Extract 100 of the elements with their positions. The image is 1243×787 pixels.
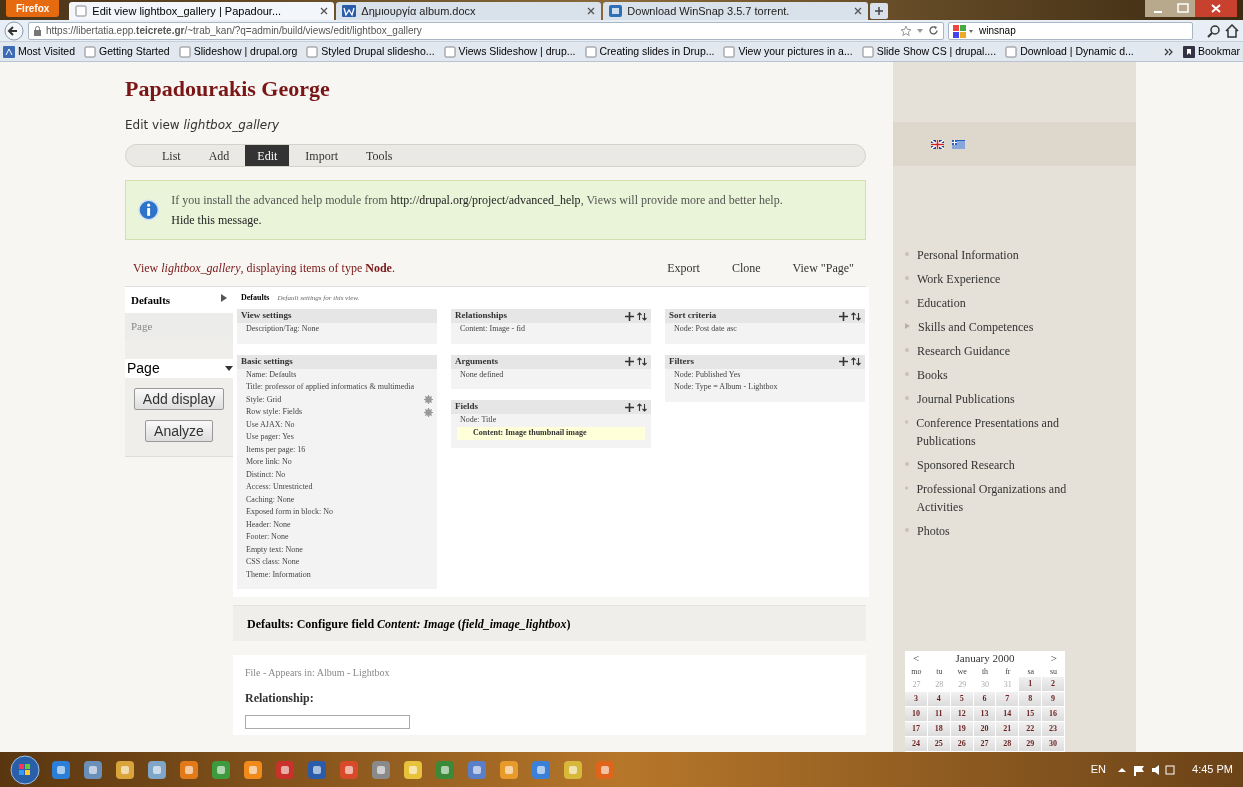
setting-item[interactable]: Caching: None bbox=[237, 493, 437, 506]
action-button[interactable]: Analyze bbox=[145, 420, 213, 442]
language-indicator[interactable]: EN bbox=[1090, 761, 1107, 778]
close-icon[interactable] bbox=[1195, 0, 1237, 17]
calendar-day[interactable]: 9 bbox=[1042, 692, 1065, 707]
setting-item[interactable]: CSS class: None bbox=[237, 556, 437, 569]
setting-item[interactable]: Node: Post date asc bbox=[665, 323, 865, 336]
new-tab-icon[interactable] bbox=[870, 3, 889, 19]
calendar-day[interactable]: 13 bbox=[973, 707, 997, 722]
chevron-icon[interactable] bbox=[1164, 47, 1174, 56]
app-icon[interactable] bbox=[82, 758, 104, 781]
tab[interactable]: List bbox=[150, 145, 193, 166]
bookmark-link[interactable]: View your pictures in a... bbox=[723, 43, 853, 60]
setting-item[interactable]: Node: Type = Album - Lightbox bbox=[665, 381, 865, 394]
address-bar[interactable]: https://libertatia.epp.teicrete.gr/~trab_kan/?q=admin/build/views/edit/lightbox_gallery bbox=[28, 21, 944, 40]
calendar-day[interactable]: 16 bbox=[1042, 707, 1065, 722]
menu-link[interactable]: Journal Publications bbox=[917, 390, 1015, 408]
tab[interactable]: Edit bbox=[245, 145, 290, 166]
menu-link[interactable]: Conference Presentations and Publications bbox=[916, 414, 1086, 450]
menu-link[interactable]: Research Guidance bbox=[917, 342, 1010, 360]
app-icon[interactable] bbox=[146, 758, 168, 781]
calendar-day[interactable]: 4 bbox=[927, 692, 951, 707]
tab[interactable]: Import bbox=[293, 145, 350, 166]
calendar-day[interactable]: 19 bbox=[950, 722, 974, 737]
browser-tab[interactable]: Edit view lightbox_gallery | Papadour... bbox=[69, 2, 335, 20]
add-icon[interactable] bbox=[625, 311, 634, 321]
search-field[interactable]: winsnap bbox=[948, 21, 1193, 40]
app-icon[interactable] bbox=[114, 758, 136, 781]
calendar-day[interactable]: 24 bbox=[905, 737, 928, 752]
setting-item[interactable]: Footer: None bbox=[237, 531, 437, 544]
app-icon[interactable] bbox=[562, 758, 584, 781]
calendar-day[interactable]: 11 bbox=[927, 707, 951, 722]
setting-item[interactable]: Node: Title bbox=[451, 414, 651, 427]
calendar-day[interactable]: 28 bbox=[996, 737, 1020, 752]
calendar-day[interactable]: 22 bbox=[1019, 722, 1043, 737]
calendar-day[interactable]: 18 bbox=[927, 722, 951, 737]
menu-link[interactable]: Work Experience bbox=[917, 270, 1001, 288]
calendar-day[interactable]: 12 bbox=[950, 707, 974, 722]
setting-item[interactable]: Access: Unrestricted bbox=[237, 481, 437, 494]
hide-message-link[interactable]: Hide this message. bbox=[171, 213, 262, 227]
rearrange-icon[interactable] bbox=[637, 402, 647, 412]
calendar-day[interactable]: 14 bbox=[996, 707, 1020, 722]
site-title[interactable]: Papadourakis George bbox=[125, 76, 866, 102]
gear-icon[interactable] bbox=[424, 407, 433, 417]
calendar-day[interactable]: 3 bbox=[905, 692, 928, 707]
setting-item[interactable]: Node: Published Yes bbox=[665, 368, 865, 381]
gear-icon[interactable] bbox=[424, 395, 433, 405]
calendar-day[interactable]: 8 bbox=[1019, 692, 1043, 707]
view-action-link[interactable]: View "Page" bbox=[792, 259, 854, 277]
app-icon[interactable] bbox=[306, 758, 328, 781]
browser-tab[interactable]: Δημιουργία album.docx bbox=[336, 2, 602, 20]
menu-link[interactable]: Photos bbox=[917, 522, 950, 540]
display-tab[interactable]: Defaults bbox=[125, 287, 233, 313]
rearrange-icon[interactable] bbox=[851, 357, 861, 366]
calendar-day[interactable]: 5 bbox=[950, 692, 974, 707]
start-icon[interactable] bbox=[10, 754, 40, 785]
app-icon[interactable] bbox=[210, 758, 232, 781]
browser-tab[interactable]: Download WinSnap 3.5.7 torrent. bbox=[603, 2, 869, 20]
calendar-day[interactable]: 27 bbox=[973, 737, 997, 752]
setting-item[interactable]: Description/Tag: None bbox=[237, 323, 437, 336]
view-action-link[interactable]: Clone bbox=[731, 259, 761, 277]
setting-item[interactable]: Use pager: Yes bbox=[237, 431, 437, 444]
home-icon[interactable] bbox=[1225, 23, 1239, 38]
menu-link[interactable]: Education bbox=[917, 294, 966, 312]
add-icon[interactable] bbox=[839, 357, 848, 366]
setting-item[interactable]: Use AJAX: No bbox=[237, 418, 437, 431]
setting-item[interactable]: Header: None bbox=[237, 518, 437, 531]
uk-flag-icon[interactable] bbox=[931, 139, 944, 149]
calendar-day[interactable]: 15 bbox=[1019, 707, 1043, 722]
setting-item[interactable]: Theme: Information bbox=[237, 568, 437, 581]
close-icon[interactable] bbox=[320, 7, 329, 15]
bookmark-link[interactable]: Getting Started bbox=[84, 43, 170, 60]
bookmark-link[interactable]: Styled Drupal slidesho... bbox=[306, 43, 435, 60]
next-month-button[interactable]: > bbox=[1050, 650, 1057, 667]
setting-item[interactable]: Name: Defaults bbox=[237, 368, 437, 381]
view-action-link[interactable]: Export bbox=[667, 259, 700, 277]
clock[interactable]: 4:45 PM bbox=[1192, 761, 1233, 778]
app-icon[interactable] bbox=[370, 758, 392, 781]
app-icon[interactable] bbox=[178, 758, 200, 781]
add-icon[interactable] bbox=[839, 311, 848, 321]
add-icon[interactable] bbox=[625, 402, 634, 412]
action-button[interactable]: Add display bbox=[133, 388, 225, 410]
app-icon[interactable] bbox=[402, 758, 424, 781]
calendar-day[interactable]: 6 bbox=[973, 692, 997, 707]
bookmark-link[interactable]: Most Visited bbox=[3, 43, 75, 60]
calendar-day[interactable]: 10 bbox=[905, 707, 928, 722]
tab[interactable]: Tools bbox=[354, 145, 405, 166]
calendar-day[interactable]: 29 bbox=[1019, 737, 1043, 752]
menu-link[interactable]: Sponsored Research bbox=[917, 456, 1015, 474]
bookmark-link[interactable]: Download | Dynamic d... bbox=[1005, 43, 1134, 60]
bookmarks-menu[interactable]: Bookmar bbox=[1183, 43, 1240, 60]
reload-icon[interactable] bbox=[928, 25, 939, 36]
bookmark-link[interactable]: Slideshow | drupal.org bbox=[178, 43, 298, 60]
calendar-day[interactable]: 7 bbox=[996, 692, 1020, 707]
menu-link[interactable]: Skills and Competences bbox=[918, 318, 1034, 336]
search-engine-icon[interactable] bbox=[953, 23, 975, 38]
setting-item[interactable]: Row style: Fields bbox=[246, 406, 302, 419]
app-icon[interactable] bbox=[338, 758, 360, 781]
setting-item[interactable]: Items per page: 16 bbox=[237, 443, 437, 456]
app-icon[interactable] bbox=[434, 758, 456, 781]
